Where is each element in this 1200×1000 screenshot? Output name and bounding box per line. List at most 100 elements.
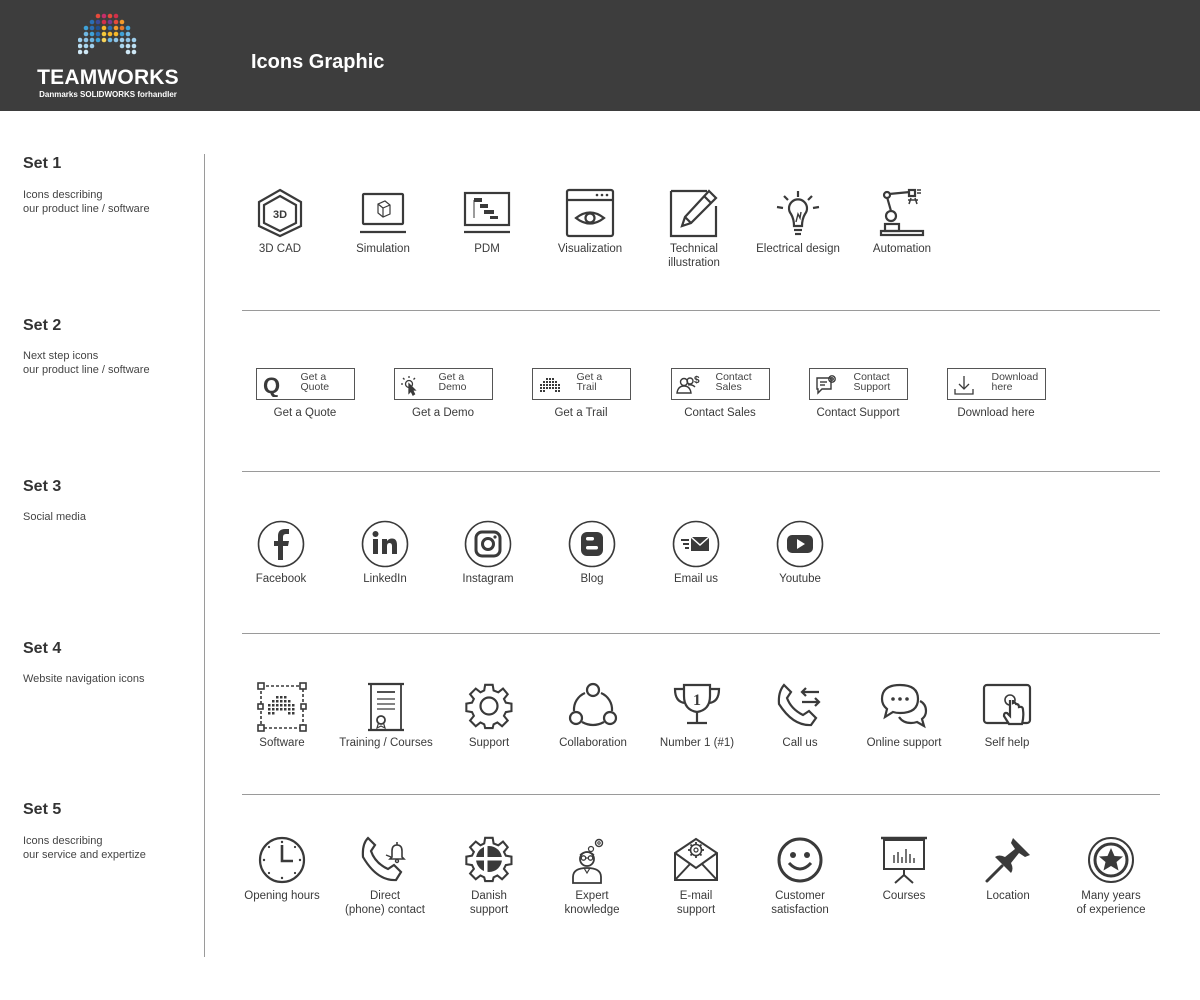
icon-many-years-experience[interactable]: Many years of experience [1061, 835, 1161, 917]
icon-label: Technical illustration [668, 243, 720, 269]
button-box[interactable]: Q Get a Quote [255, 368, 355, 400]
icon-label: Collaboration [559, 737, 627, 749]
training-certificate-icon [368, 682, 404, 732]
email-icon [672, 520, 720, 568]
button-caption: Download here [957, 407, 1035, 419]
icon-email-support[interactable]: E-mail support [646, 835, 746, 917]
3d-cad-icon: 3D [257, 188, 303, 238]
button-text: Contact Sales [715, 371, 752, 393]
icon-label: Location [986, 890, 1030, 902]
get-trail-button[interactable]: Get a Trail Get a Trail [521, 368, 641, 420]
icon-online-support[interactable]: Online support [854, 682, 954, 750]
icon-blog[interactable]: Blog [542, 520, 642, 586]
icon-label: Online support [866, 737, 942, 749]
page-header: TEAMWORKS Danmarks SOLIDWORKS forhandler… [0, 0, 1200, 111]
section-divider [242, 794, 1160, 795]
icon-automation[interactable]: Automation [852, 188, 952, 256]
support-gear-icon [465, 683, 513, 730]
icon-youtube[interactable]: Youtube [750, 520, 850, 586]
get-demo-button[interactable]: Get a Demo Get a Demo [383, 368, 503, 420]
set-1-title: Set 1 [23, 155, 62, 172]
phone-bell-icon [361, 836, 406, 882]
set-1-description: Icons describing our product line / soft… [23, 189, 150, 215]
call-icon [777, 683, 821, 727]
icon-label: Courses [882, 890, 926, 902]
set-2-description: Next step icons our product line / softw… [23, 350, 150, 376]
icon-label: Instagram [462, 573, 514, 585]
logo-dots-icon [78, 13, 137, 55]
collaboration-icon [568, 682, 618, 727]
icon-label: Visualization [557, 243, 623, 255]
icon-label: Direct (phone) contact [345, 890, 425, 916]
button-box[interactable]: $ Contact Sales [670, 368, 770, 400]
icon-customer-satisfaction[interactable]: Customer satisfaction [750, 835, 850, 917]
contact-support-button[interactable]: Contact Support Contact Support [798, 368, 918, 420]
instagram-icon [464, 520, 512, 568]
button-text: Get a Trail [576, 371, 603, 393]
icon-call-us[interactable]: Call us [750, 682, 850, 750]
icon-simulation[interactable]: Simulation [333, 188, 433, 256]
icon-instagram[interactable]: Instagram [438, 520, 538, 586]
icon-electrical-design[interactable]: Electrical design [748, 188, 848, 256]
icon-pdm[interactable]: PDM [437, 188, 537, 256]
button-caption: Contact Support [816, 407, 900, 419]
blog-icon [568, 520, 616, 568]
icon-collaboration[interactable]: Collaboration [543, 682, 643, 750]
set-4-description: Website navigation icons [23, 673, 145, 685]
pushpin-icon [985, 838, 1030, 883]
icon-linkedin[interactable]: LinkedIn [335, 520, 435, 586]
youtube-icon [776, 520, 824, 568]
icon-facebook[interactable]: Facebook [231, 520, 331, 586]
icon-label: Danish support [469, 890, 509, 916]
icon-software[interactable]: Software [232, 682, 332, 750]
set-3-title: Set 3 [23, 478, 62, 495]
icon-direct-phone-contact[interactable]: Direct (phone) contact [335, 835, 435, 917]
icon-label: Support [468, 737, 510, 749]
simulation-icon [360, 192, 406, 234]
button-caption: Contact Sales [684, 407, 756, 419]
svg-text:1: 1 [693, 692, 701, 709]
icon-technical-illustration[interactable]: Technical illustration [644, 188, 744, 270]
button-text: Get a Demo [438, 371, 467, 393]
icon-danish-support[interactable]: Danish support [439, 835, 539, 917]
teamworks-logo[interactable]: TEAMWORKS Danmarks SOLIDWORKS forhandler [28, 10, 188, 102]
button-box[interactable]: Get a Demo [393, 368, 493, 400]
icon-label: Electrical design [756, 243, 840, 255]
demo-icon [400, 376, 417, 396]
button-text: Get a Quote [300, 371, 330, 393]
get-quote-button[interactable]: Q Get a Quote Get a Quote [245, 368, 365, 420]
icon-location[interactable]: Location [958, 835, 1058, 903]
icon-label: Automation [872, 243, 932, 255]
svg-text:3D: 3D [273, 209, 287, 221]
clock-icon [258, 836, 306, 884]
icon-training-courses[interactable]: Training / Courses [336, 682, 436, 750]
icon-self-help[interactable]: Self help [957, 682, 1057, 750]
svg-text:$: $ [694, 375, 700, 386]
page-title: Icons Graphic [251, 51, 385, 73]
icon-opening-hours[interactable]: Opening hours [232, 835, 332, 903]
icon-courses[interactable]: Courses [854, 835, 954, 903]
download-button[interactable]: Download here Download here [936, 368, 1056, 420]
icon-expert-knowledge[interactable]: Expert knowledge [542, 835, 642, 917]
download-icon [953, 376, 974, 395]
button-box[interactable]: Contact Support [808, 368, 908, 400]
icon-number-1[interactable]: 1 Number 1 (#1) [647, 682, 747, 750]
button-box[interactable]: Get a Trail [531, 368, 631, 400]
icon-3d-cad[interactable]: 3D 3D CAD [230, 188, 330, 256]
icon-support[interactable]: Support [439, 682, 539, 750]
icon-email-us[interactable]: Email us [646, 520, 746, 586]
icon-label: Customer satisfaction [771, 890, 829, 916]
sidebar-divider [204, 154, 205, 957]
set-5-description: Icons describing our service and experti… [23, 835, 146, 861]
button-box[interactable]: Download here [946, 368, 1046, 400]
electrical-design-icon [776, 191, 820, 236]
icon-label: Opening hours [244, 890, 320, 902]
icon-label: Facebook [255, 573, 307, 585]
set-5-title: Set 5 [23, 801, 62, 818]
visualization-icon [565, 188, 615, 238]
icon-visualization[interactable]: Visualization [540, 188, 640, 256]
contact-sales-button[interactable]: $ Contact Sales Contact Sales [660, 368, 780, 420]
icon-label: Training / Courses [339, 737, 433, 749]
logo-tagline: Danmarks SOLIDWORKS forhandler [39, 90, 177, 99]
software-icon [257, 682, 307, 732]
